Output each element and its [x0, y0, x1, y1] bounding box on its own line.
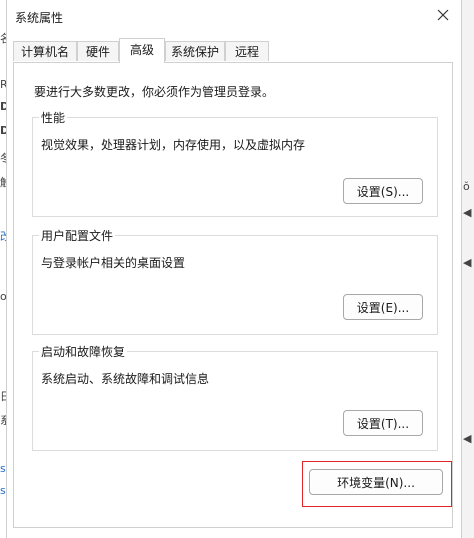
user-profiles-label: 用户配置文件 [39, 227, 116, 244]
tab-advanced[interactable]: 高级 [119, 38, 165, 63]
admin-notice: 要进行大多数更改，你必须作为管理员登录。 [34, 85, 275, 99]
user-profiles-settings-button[interactable]: 设置(E)... [343, 294, 423, 320]
background-glyph: ◀ [463, 432, 472, 445]
user-profiles-description: 与登录帐户相关的桌面设置 [41, 256, 186, 270]
startup-recovery-settings-button[interactable]: 设置(T)... [343, 410, 423, 436]
tab-hardware[interactable]: 硬件 [77, 41, 119, 61]
background-glyph: s [0, 484, 6, 497]
startup-recovery-group: 启动和故障恢复 系统启动、系统故障和调试信息 设置(T)... [32, 343, 438, 451]
tab-system-protection[interactable]: 系统保护 [165, 41, 225, 61]
startup-recovery-label: 启动和故障恢复 [39, 343, 128, 360]
system-properties-dialog: 系统属性 计算机名 硬件 高级 系统保护 远程 要进行大多数更改，你必须作为管理… [6, 0, 462, 538]
performance-label: 性能 [39, 109, 68, 126]
background-glyph: s [0, 462, 6, 475]
window-title: 系统属性 [15, 11, 64, 25]
advanced-tab-panel: 要进行大多数更改，你必须作为管理员登录。 性能 视觉效果，处理器计划，内存使用，… [13, 62, 453, 528]
close-icon [437, 9, 449, 21]
performance-description: 视觉效果，处理器计划，内存使用，以及虚拟内存 [41, 138, 306, 152]
background-glyph: ◀ [463, 256, 472, 269]
performance-group: 性能 视觉效果，处理器计划，内存使用，以及虚拟内存 设置(S)... [32, 109, 438, 217]
environment-variables-highlight: 环境变量(N)... [302, 461, 452, 507]
tab-remote[interactable]: 远程 [225, 41, 269, 61]
background-glyph: ŏ [463, 180, 470, 193]
user-profiles-group: 用户配置文件 与登录帐户相关的桌面设置 设置(E)... [32, 227, 438, 335]
background-glyph: ◀ [463, 206, 472, 219]
close-button[interactable] [429, 3, 457, 27]
title-bar[interactable]: 系统属性 [7, 0, 461, 32]
background-window-right-edge: ŏ ◀ ◀ ◀ [460, 0, 474, 538]
tab-computer-name[interactable]: 计算机名 [13, 41, 77, 61]
startup-recovery-description: 系统启动、系统故障和调试信息 [41, 372, 210, 386]
environment-variables-button[interactable]: 环境变量(N)... [309, 469, 443, 495]
performance-settings-button[interactable]: 设置(S)... [343, 178, 423, 204]
